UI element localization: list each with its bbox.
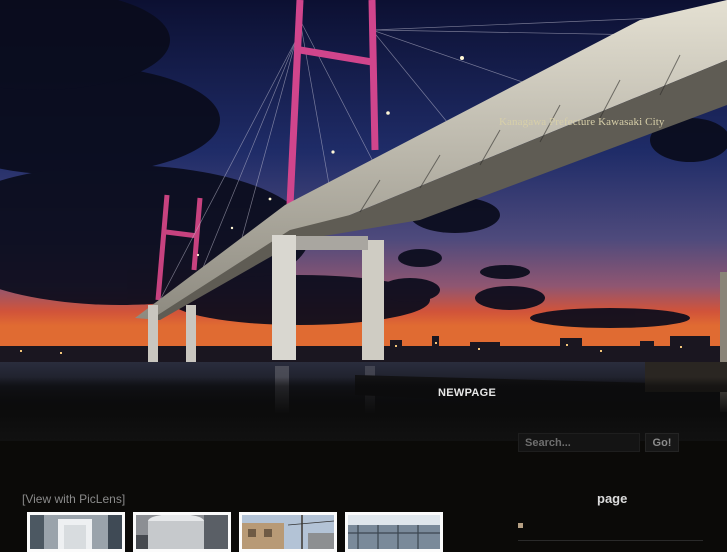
nav-bar <box>0 377 727 441</box>
nav-item-newpage[interactable]: NEWPAGE <box>438 387 496 399</box>
thumbnail-4[interactable] <box>345 512 443 552</box>
header-photo: Kanagawa Prefecture Kawasaki City <box>0 0 727 413</box>
photo-tank-interior-icon <box>30 515 122 549</box>
thumbnail-1[interactable] <box>27 512 125 552</box>
search-go-button[interactable]: Go! <box>645 433 679 452</box>
photo-building-site-icon <box>242 515 334 549</box>
piclens-link[interactable]: [View with PicLens] <box>22 492 125 506</box>
sidebar-divider <box>518 540 703 541</box>
list-bullet-icon <box>518 523 523 528</box>
photo-roof-frame-icon <box>348 515 440 549</box>
sidebar-heading: page <box>597 491 628 506</box>
thumbnail-2[interactable] <box>133 512 231 552</box>
photo-water-tank-icon <box>136 515 228 549</box>
bridge-night-photo <box>0 0 727 413</box>
thumbnail-3[interactable] <box>239 512 337 552</box>
search-input[interactable] <box>518 433 640 452</box>
header-caption: Kanagawa Prefecture Kawasaki City <box>499 116 665 128</box>
